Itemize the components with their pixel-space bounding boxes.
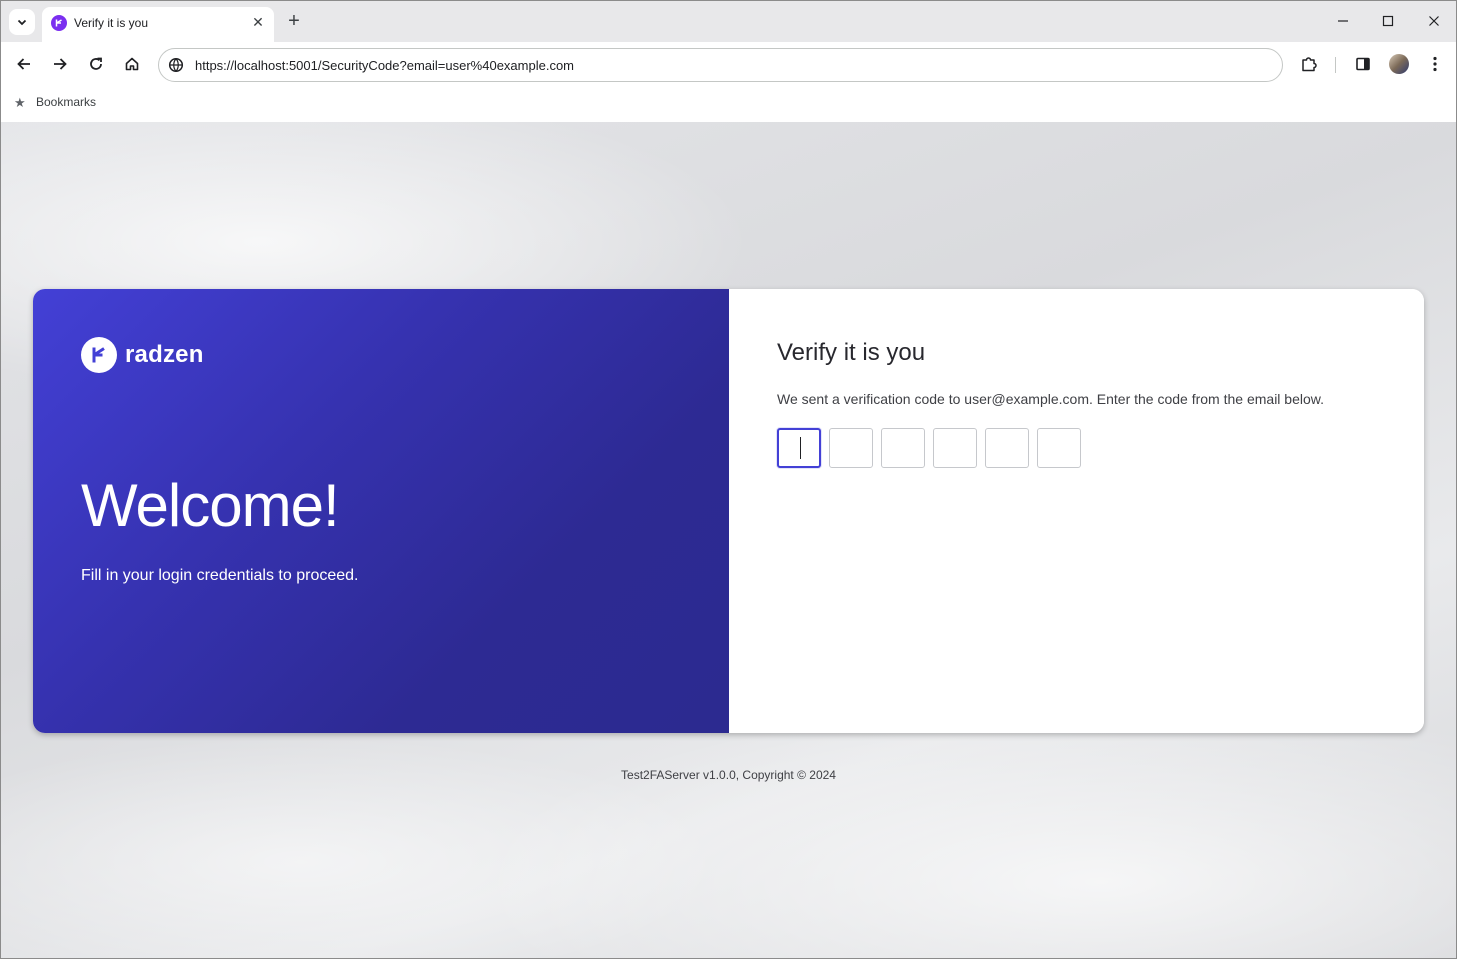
chevron-down-icon	[17, 19, 27, 26]
verify-title: Verify it is you	[777, 339, 926, 366]
back-button[interactable]	[12, 52, 36, 76]
code-digit-4[interactable]	[933, 428, 977, 468]
code-digit-2[interactable]	[829, 428, 873, 468]
tab-search-button[interactable]	[9, 9, 35, 35]
home-button[interactable]	[120, 52, 144, 76]
bookmarks-folder[interactable]: Bookmarks	[36, 95, 96, 109]
new-tab-button[interactable]: +	[284, 10, 304, 32]
footer-copyright: Test2FAServer v1.0.0, Copyright © 2024	[621, 768, 836, 782]
extensions-button[interactable]	[1297, 52, 1321, 76]
verify-description: We sent a verification code to user@exam…	[777, 391, 1324, 407]
close-tab-icon[interactable]: ✕	[249, 13, 267, 31]
reload-icon	[90, 57, 102, 70]
code-digit-1[interactable]	[777, 428, 821, 468]
brand-name: radzen	[125, 341, 204, 368]
close-icon	[1429, 16, 1439, 26]
close-window-button[interactable]	[1420, 8, 1448, 34]
radzen-logo-icon	[81, 337, 117, 373]
bookmarks-bar: ★ Bookmarks	[1, 88, 1456, 122]
text-caret	[800, 437, 801, 459]
minimize-button[interactable]	[1329, 8, 1357, 34]
address-bar[interactable]: https://localhost:5001/SecurityCode?emai…	[158, 48, 1283, 82]
reload-button[interactable]	[84, 52, 108, 76]
tab-title: Verify it is you	[74, 16, 149, 30]
kebab-menu-icon	[1433, 56, 1437, 72]
browser-menu-button[interactable]	[1423, 52, 1447, 76]
site-info-icon[interactable]	[168, 57, 184, 73]
active-tab[interactable]: Verify it is you ✕	[42, 7, 274, 42]
minimize-icon	[1338, 20, 1348, 22]
side-panel-button[interactable]	[1351, 52, 1375, 76]
profile-avatar[interactable]	[1389, 54, 1409, 74]
side-panel-icon	[1356, 57, 1370, 71]
arrow-right-icon	[54, 58, 67, 70]
brand-logo: radzen	[81, 337, 204, 373]
radzen-logo-icon	[51, 15, 67, 31]
browser-chrome: Verify it is you ✕ + https://localhost:5…	[0, 0, 1457, 122]
login-card: radzen Welcome! Fill in your login crede…	[33, 289, 1424, 733]
tab-strip: Verify it is you ✕ +	[1, 1, 1456, 42]
security-code-input	[777, 428, 1081, 468]
star-icon: ★	[14, 95, 26, 110]
page-background: radzen Welcome! Fill in your login crede…	[1, 122, 1456, 958]
welcome-subtitle: Fill in your login credentials to procee…	[81, 567, 359, 584]
arrow-left-icon	[17, 58, 30, 70]
maximize-icon	[1382, 15, 1394, 27]
puzzle-icon	[1302, 57, 1317, 72]
welcome-panel: radzen Welcome! Fill in your login crede…	[33, 289, 729, 733]
toolbar-divider	[1335, 57, 1336, 73]
code-digit-3[interactable]	[881, 428, 925, 468]
code-digit-5[interactable]	[985, 428, 1029, 468]
browser-toolbar: https://localhost:5001/SecurityCode?emai…	[1, 42, 1456, 88]
welcome-heading: Welcome!	[81, 472, 340, 539]
forward-button[interactable]	[48, 52, 72, 76]
code-digit-6[interactable]	[1037, 428, 1081, 468]
maximize-button[interactable]	[1374, 8, 1402, 34]
verify-panel: Verify it is you We sent a verification …	[729, 289, 1424, 733]
url-text[interactable]: https://localhost:5001/SecurityCode?emai…	[195, 58, 574, 73]
home-icon	[125, 57, 139, 71]
